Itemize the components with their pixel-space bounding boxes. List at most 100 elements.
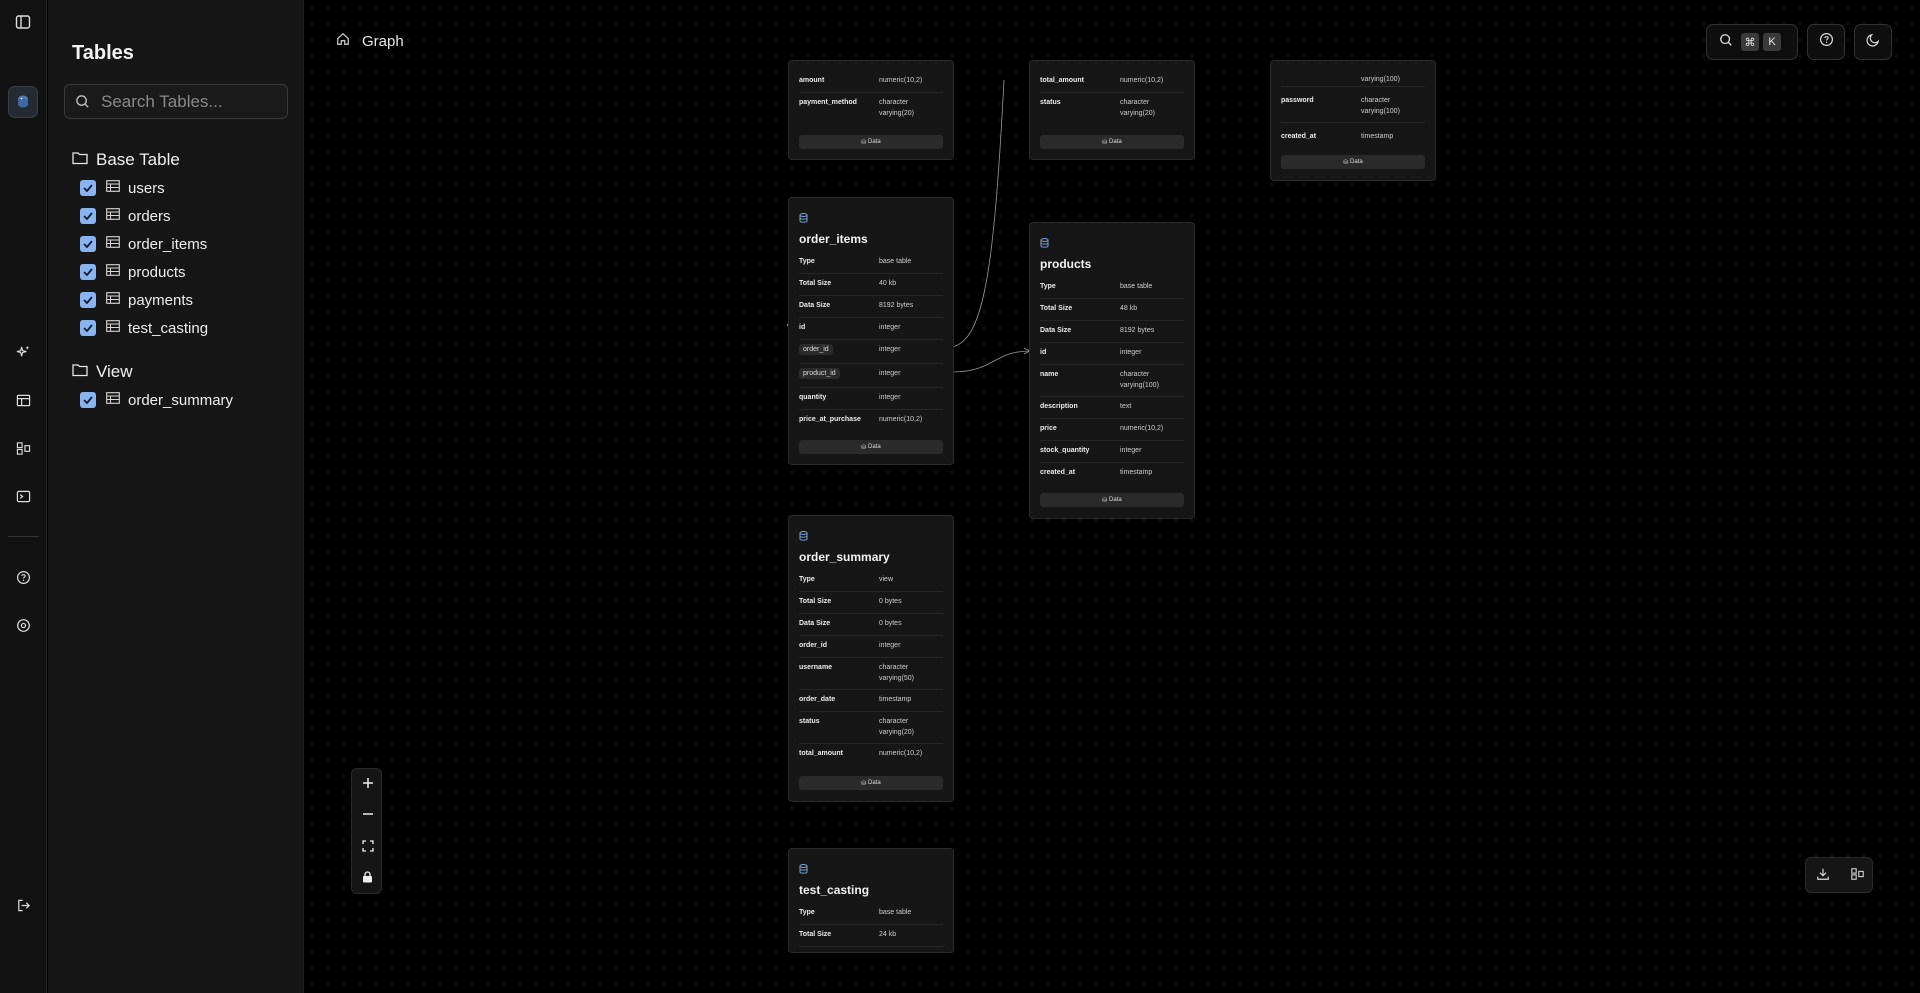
list-item-order-items[interactable]: order_items <box>72 230 208 258</box>
table-icon <box>106 291 120 309</box>
rail-divider <box>8 536 39 537</box>
data-button[interactable]: ⛁ Data <box>799 776 943 790</box>
table-row: varying(100) <box>1281 61 1425 87</box>
search-input[interactable] <box>101 91 281 112</box>
table-row: Data Size 0 bytes <box>799 614 943 636</box>
search-icon <box>75 94 90 114</box>
database-icon <box>799 861 808 879</box>
zoom-in-button[interactable] <box>352 769 383 800</box>
help-icon[interactable] <box>12 566 34 588</box>
table-card-products[interactable]: products Type base table Total Size 48 kb … <box>1029 222 1195 519</box>
logout-icon[interactable] <box>12 894 34 916</box>
fit-view-button[interactable] <box>352 832 383 863</box>
table-row: Data Size 8192 bytes <box>799 296 943 318</box>
card-title: order_items <box>799 232 868 246</box>
group-header-view[interactable]: View <box>72 361 233 383</box>
checkbox[interactable] <box>80 180 96 196</box>
zoom-out-button[interactable] <box>352 800 383 831</box>
item-label: orders <box>128 207 171 225</box>
database-icon: ⛁ <box>1343 159 1350 166</box>
table-row: created_at timestamp <box>1281 133 1394 140</box>
sparkles-icon[interactable] <box>12 341 34 363</box>
table-card-payments[interactable]: amount numeric(10,2) payment_method charac… <box>788 60 954 160</box>
table-row: order_id integer <box>799 636 943 658</box>
app-root: Tables Base Table users orders order_ite… <box>0 0 1920 993</box>
table-row: name character varying(100) <box>1040 365 1184 397</box>
data-button[interactable]: ⛁ Data <box>799 135 943 149</box>
search-box[interactable] <box>64 84 288 119</box>
checkbox[interactable] <box>80 292 96 308</box>
table-row: username character varying(50) <box>799 658 943 690</box>
table-icon <box>106 391 120 409</box>
lock-icon <box>362 870 373 888</box>
checkbox[interactable] <box>80 320 96 336</box>
item-label: order_items <box>128 235 208 253</box>
table-row: status character varying(20) <box>799 712 943 744</box>
database-icon <box>1040 235 1049 253</box>
list-item-orders[interactable]: orders <box>72 202 208 230</box>
table-row: order_date timestamp <box>799 690 943 712</box>
card-title: test_casting <box>799 883 870 897</box>
checkbox[interactable] <box>80 236 96 252</box>
card-title: order_summary <box>799 550 890 564</box>
table-icon <box>106 263 120 281</box>
data-button[interactable]: ⛁ Data <box>1281 155 1425 169</box>
table-icon <box>106 179 120 197</box>
data-button[interactable]: ⛁ Data <box>799 440 943 454</box>
download-button[interactable] <box>1806 858 1840 894</box>
tables-sidebar: Tables Base Table users orders order_ite… <box>48 0 304 993</box>
table-row: password character varying(100) <box>1281 91 1425 123</box>
table-icon <box>106 207 120 225</box>
database-icon: ⛁ <box>1102 139 1109 146</box>
table-row: Type base table <box>799 903 943 925</box>
checkbox[interactable] <box>80 208 96 224</box>
table-card-order-items[interactable]: order_items Type base table Total Size 40 … <box>788 197 954 465</box>
group-header-base-table[interactable]: Base Table <box>72 149 208 171</box>
schema-graph-icon[interactable] <box>12 437 34 459</box>
table-row: order_id integer <box>799 340 943 364</box>
sidebar-toggle-icon[interactable] <box>12 11 34 33</box>
database-icon <box>799 528 808 546</box>
table-row: status character varying(20) <box>1040 99 1156 117</box>
table-row: Total Size 48 kb <box>1040 299 1184 321</box>
plus-icon <box>362 776 374 794</box>
graph-canvas[interactable]: Graph ⌘ K amount numeric(10,2) payment_me… <box>304 0 1920 993</box>
zoom-controls <box>351 768 382 894</box>
table-row: Total Size 24 kb <box>799 925 943 947</box>
layout-button[interactable] <box>1840 858 1874 894</box>
download-icon <box>1816 867 1830 886</box>
table-row: price_at_purchase numeric(10,2) <box>799 416 923 423</box>
table-card-test-casting[interactable]: test_casting Type base table Total Size 24… <box>788 848 954 953</box>
item-label: order_summary <box>128 391 234 409</box>
table-card-users[interactable]: varying(100) password character varying(1… <box>1270 60 1436 181</box>
data-button[interactable]: ⛁ Data <box>1040 135 1184 149</box>
data-button[interactable]: ⛁ Data <box>1040 493 1184 507</box>
settings-icon[interactable] <box>12 614 34 636</box>
table-icon <box>106 235 120 253</box>
lock-button[interactable] <box>352 863 383 894</box>
list-item-order-summary[interactable]: order_summary <box>72 386 233 414</box>
checkbox[interactable] <box>80 392 96 408</box>
database-icon: ⛁ <box>861 780 868 787</box>
table-icon <box>106 319 120 337</box>
terminal-icon[interactable] <box>12 485 34 507</box>
table-row: quantity integer <box>799 388 943 410</box>
list-item-test-casting[interactable]: test_casting <box>72 314 208 342</box>
table-icon[interactable] <box>12 389 34 411</box>
list-item-users[interactable]: users <box>72 174 208 202</box>
table-row: Data Size 8192 bytes <box>1040 321 1184 343</box>
table-row: amount numeric(10,2) <box>799 71 943 93</box>
table-card-orders[interactable]: total_amount numeric(10,2) status characte… <box>1029 60 1195 160</box>
sidebar-title: Tables <box>72 42 134 64</box>
card-title: products <box>1040 257 1092 271</box>
table-row: total_amount numeric(10,2) <box>799 750 923 757</box>
table-card-order-summary[interactable]: order_summary Type view Total Size 0 bytes… <box>788 515 954 802</box>
postgres-db-button[interactable] <box>8 86 38 118</box>
list-item-products[interactable]: products <box>72 258 208 286</box>
table-row: Type view <box>799 570 943 592</box>
layout-icon <box>1850 867 1865 886</box>
list-item-payments[interactable]: payments <box>72 286 208 314</box>
table-row: product_id integer <box>799 364 943 388</box>
folder-icon <box>72 151 88 170</box>
checkbox[interactable] <box>80 264 96 280</box>
